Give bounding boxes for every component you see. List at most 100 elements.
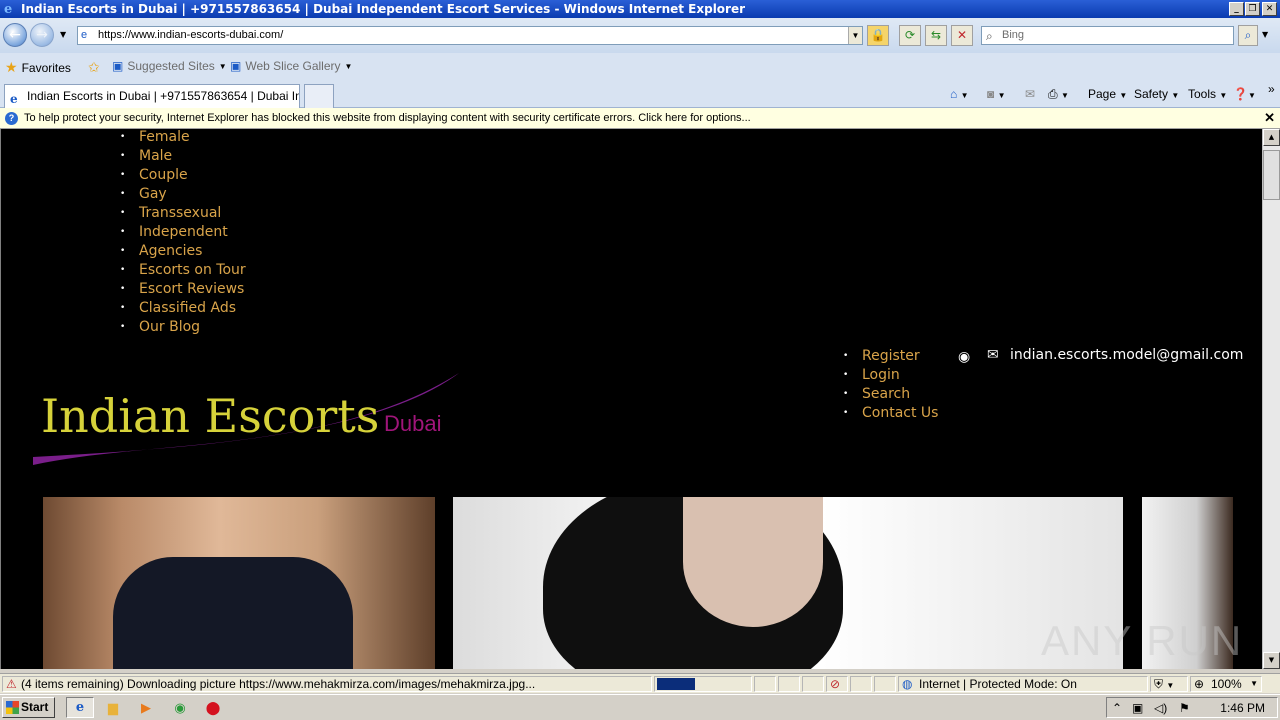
web-page: FemaleMaleCoupleGayTranssexualIndependen… — [0, 129, 1262, 669]
rss-feed-icon[interactable]: ◉ — [958, 349, 970, 365]
help-button[interactable]: ❓▼ — [1233, 87, 1256, 101]
close-window-button[interactable]: ✕ — [1262, 2, 1277, 16]
favorites-button[interactable]: ★ Favorites — [5, 59, 71, 76]
chevron-down-icon: ▼ — [1119, 91, 1128, 100]
vertical-scrollbar[interactable]: ▲ ▼ — [1262, 129, 1280, 669]
suggested-sites-button[interactable]: ▣ Suggested Sites ▼ — [112, 59, 227, 73]
home-icon: ⌂ — [950, 87, 958, 101]
clock[interactable]: 1:46 PM — [1220, 701, 1265, 715]
security-zone-panel[interactable]: ◍ Internet | Protected Mode: On — [898, 676, 1148, 692]
suggested-sites-icon: ▣ — [112, 59, 124, 73]
search-input[interactable]: ⌕ Bing — [981, 26, 1234, 45]
page-menu-button[interactable]: Page ▼ — [1088, 87, 1127, 101]
information-bar[interactable]: ? To help protect your security, Interne… — [0, 108, 1280, 129]
mail-icon: ✉ — [1025, 87, 1036, 101]
search-options-icon[interactable]: ▼ — [1262, 30, 1268, 39]
progress-bar — [657, 678, 695, 690]
volume-icon[interactable]: ◁) — [1154, 701, 1167, 715]
account-menu-item[interactable]: Register — [843, 347, 938, 366]
restore-button[interactable]: ❐ — [1245, 2, 1260, 16]
media-player-quicklaunch[interactable]: ▶ — [137, 699, 155, 717]
category-menu-item[interactable]: Agencies — [120, 242, 246, 261]
refresh-icon: ⇆ — [930, 28, 942, 42]
start-button[interactable]: Start — [2, 697, 55, 718]
stop-sign-icon: ⬤ — [205, 700, 221, 715]
envelope-icon: ✉ — [987, 347, 999, 363]
security-zone-text: Internet | Protected Mode: On — [919, 677, 1077, 691]
tools-menu-label: Tools — [1188, 87, 1217, 101]
profile-photo[interactable] — [453, 497, 1123, 669]
category-menu-item[interactable]: Our Blog — [120, 318, 246, 337]
action-center-flag-icon[interactable]: ⚑ — [1179, 701, 1190, 715]
search-go-button[interactable]: ⌕ — [1238, 25, 1258, 46]
back-button[interactable]: ← — [3, 23, 27, 47]
mail-button[interactable]: ✉ — [1025, 87, 1035, 101]
compatibility-icon: ⟳ — [904, 28, 916, 42]
forward-arrow-icon: → — [36, 27, 48, 43]
explorer-quicklaunch[interactable]: ▆ — [104, 699, 122, 717]
help-icon: ❓ — [1233, 87, 1248, 101]
home-button[interactable]: ⌂ ▼ — [950, 87, 969, 101]
web-slice-gallery-button[interactable]: ▣ Web Slice Gallery ▼ — [230, 59, 352, 73]
feeds-button[interactable]: ◙ ▼ — [987, 87, 1006, 101]
print-button[interactable]: ⎙ ▼ — [1048, 87, 1069, 102]
history-dropdown-icon[interactable]: ▼ — [60, 30, 66, 39]
address-dropdown-icon[interactable]: ▼ — [848, 27, 862, 44]
category-menu-item[interactable]: Escort Reviews — [120, 280, 246, 299]
category-menu-item[interactable]: Independent — [120, 223, 246, 242]
account-menu-item[interactable]: Login — [843, 366, 938, 385]
opera-quicklaunch[interactable]: ⬤ — [204, 699, 222, 717]
chevron-down-icon: ▼ — [1171, 91, 1180, 100]
warning-icon: ⚠ — [6, 677, 17, 691]
media-player-icon: ▶ — [141, 700, 151, 715]
popup-blocker-panel[interactable]: ⊘ — [826, 676, 848, 692]
category-menu-item[interactable]: Female — [120, 129, 246, 147]
chevron-down-icon: ▼ — [344, 61, 353, 71]
account-menu-item[interactable]: Search — [843, 385, 938, 404]
scroll-down-icon[interactable]: ▼ — [1263, 652, 1280, 669]
category-menu-item[interactable]: Male — [120, 147, 246, 166]
ie-logo-icon: e — [4, 2, 13, 17]
lock-icon: 🔒 — [870, 28, 886, 42]
minimize-button[interactable]: _ — [1229, 2, 1244, 16]
category-menu-item[interactable]: Transsexual — [120, 204, 246, 223]
forward-button[interactable]: → — [30, 23, 54, 47]
profile-photo[interactable] — [43, 497, 435, 669]
chevron-down-icon: ▼ — [218, 61, 227, 71]
chrome-quicklaunch[interactable]: ◉ — [171, 699, 189, 717]
category-menu-item[interactable]: Escorts on Tour — [120, 261, 246, 280]
tools-menu-button[interactable]: Tools ▼ — [1188, 87, 1227, 101]
toolbar-overflow-icon[interactable]: » — [1268, 82, 1275, 96]
status-panel — [874, 676, 896, 692]
page-icon: e — [81, 29, 88, 41]
chevron-down-icon: ▼ — [960, 91, 969, 100]
tab-active[interactable]: e Indian Escorts in Dubai | +97155786365… — [4, 84, 300, 108]
web-slice-label: Web Slice Gallery — [245, 59, 341, 73]
close-infobar-icon[interactable]: ✕ — [1264, 108, 1275, 128]
add-to-favorites-bar-button[interactable]: ✩ — [88, 59, 100, 76]
zoom-button[interactable]: ⊕ 100% ▼ — [1190, 676, 1262, 692]
compatibility-view-button[interactable]: ⟳ — [899, 25, 921, 46]
contact-email[interactable]: indian.escorts.model@gmail.com — [1010, 347, 1243, 363]
scroll-thumb[interactable] — [1263, 150, 1280, 200]
category-menu-item[interactable]: Couple — [120, 166, 246, 185]
safety-menu-button[interactable]: Safety ▼ — [1134, 87, 1179, 101]
account-menu: RegisterLoginSearchContact Us — [843, 347, 938, 423]
status-panel — [802, 676, 824, 692]
address-url: https://www.indian-escorts-dubai.com/ — [98, 29, 284, 41]
ie-taskbar-button[interactable]: e — [66, 697, 94, 718]
search-icon: ⌕ — [986, 29, 993, 43]
address-bar[interactable]: e https://www.indian-escorts-dubai.com/ … — [77, 26, 863, 45]
tray-expand-icon[interactable]: ⌃ — [1112, 701, 1122, 715]
category-menu-item[interactable]: Classified Ads — [120, 299, 246, 318]
category-menu-item[interactable]: Gay — [120, 185, 246, 204]
refresh-button[interactable]: ⇆ — [925, 25, 947, 46]
security-lock-button[interactable]: 🔒 — [867, 25, 889, 46]
stop-button[interactable]: ✕ — [951, 25, 973, 46]
account-menu-item[interactable]: Contact Us — [843, 404, 938, 423]
status-panel — [850, 676, 872, 692]
network-icon[interactable]: ▣ — [1132, 701, 1143, 715]
new-tab-button[interactable] — [304, 84, 334, 108]
protected-mode-button[interactable]: ⛨ ▼ — [1150, 676, 1188, 692]
scroll-up-icon[interactable]: ▲ — [1263, 129, 1280, 146]
